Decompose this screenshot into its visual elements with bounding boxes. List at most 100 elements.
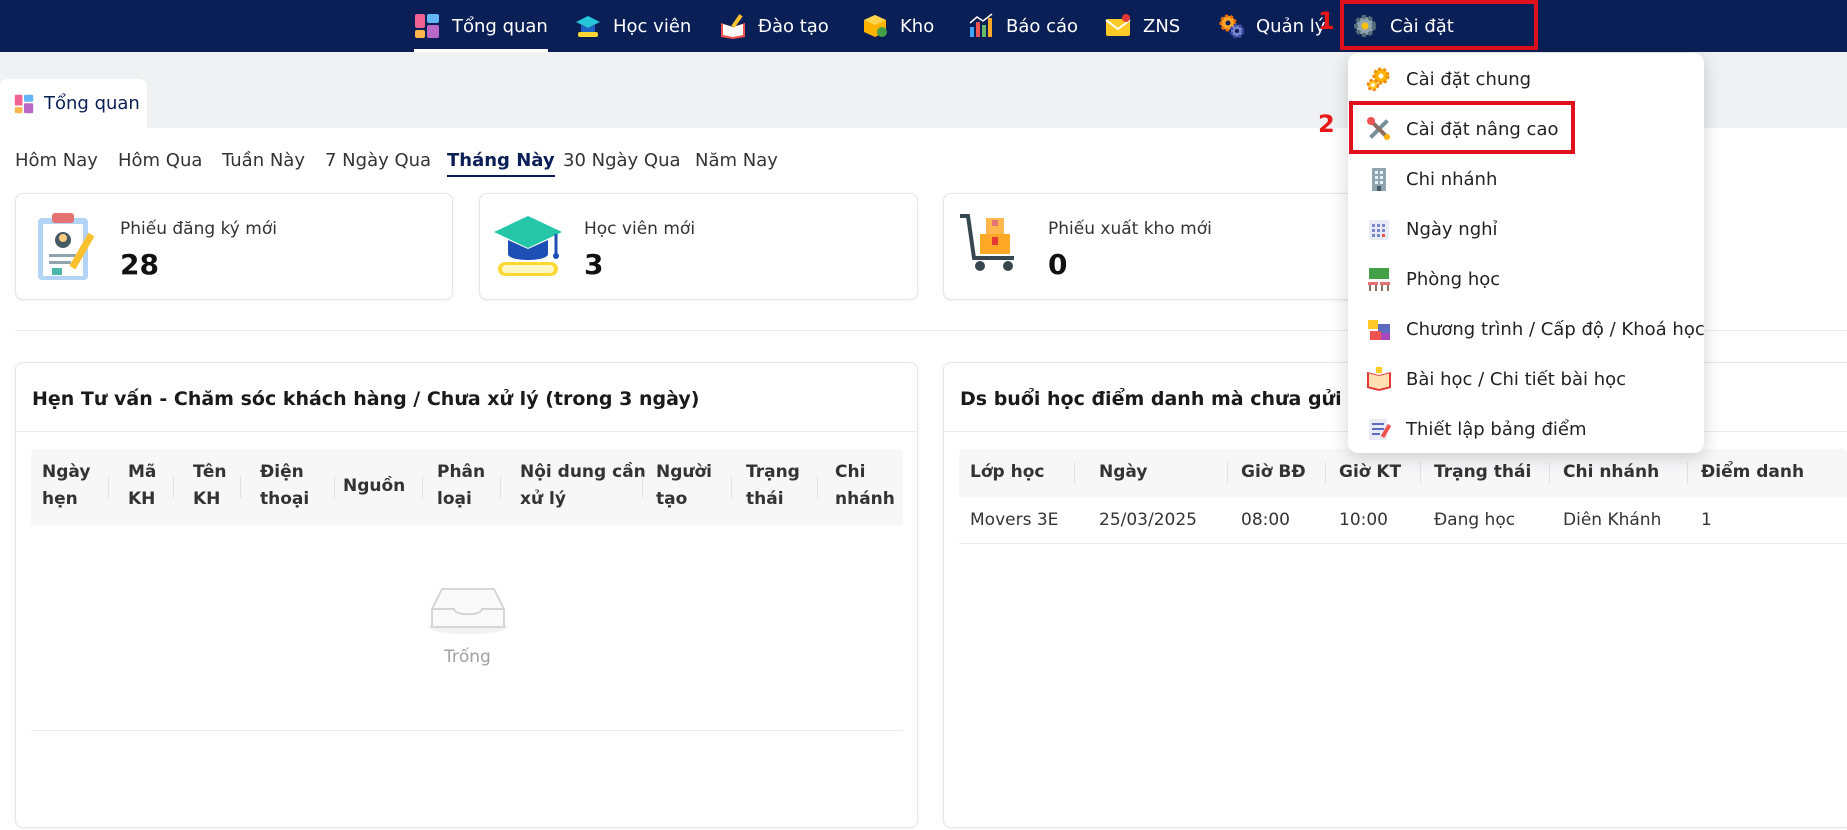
column-separator: [1074, 462, 1075, 484]
filter-this-year[interactable]: Năm Nay: [695, 150, 778, 175]
menu-item-lessons[interactable]: Bài học / Chi tiết bài học: [1348, 355, 1704, 403]
nav-item-warehouse[interactable]: Kho: [862, 0, 934, 52]
column-header-branch: Chi nhánh: [835, 462, 895, 509]
bar-chart-icon: [968, 13, 994, 39]
gears-icon: [1218, 13, 1245, 39]
table-header: Ngày hẹn Mã KH Tên KH Điện thoại Nguồn Phân l…: [31, 449, 903, 525]
empty-inbox-icon: [426, 581, 510, 639]
step-number-2: 2: [1318, 110, 1335, 138]
cell-date: 25/03/2025: [1099, 510, 1197, 530]
stat-label: Phiếu đăng ký mới: [120, 219, 277, 239]
menu-item-label: Chi nhánh: [1406, 168, 1498, 190]
row-line: [959, 543, 1847, 544]
column-separator: [1549, 462, 1550, 484]
column-header-end-time: Giờ KT: [1339, 462, 1402, 482]
gears-icon: [1366, 66, 1392, 92]
column-header-status: Trạng thái: [746, 462, 800, 509]
nav-item-label: Quản lý: [1256, 15, 1326, 37]
book-pen-icon: [720, 13, 746, 39]
cell-class: Movers 3E: [970, 510, 1059, 530]
stat-card-new-students: Học viên mới 3: [479, 193, 918, 300]
classroom-icon: [1366, 266, 1392, 292]
menu-item-label: Bài học / Chi tiết bài học: [1406, 368, 1627, 390]
stat-label: Phiếu xuất kho mới: [1048, 219, 1212, 239]
column-header-content: Nội dung cần xử lý: [520, 462, 646, 509]
column-separator: [422, 476, 423, 498]
filter-last-7-days[interactable]: 7 Ngày Qua: [325, 150, 431, 175]
tab-label: Tổng quan: [44, 93, 140, 114]
stat-card-registrations: Phiếu đăng ký mới 28: [15, 193, 453, 300]
tab-overview[interactable]: Tổng quan: [0, 79, 147, 128]
menu-item-holidays[interactable]: Ngày nghỉ: [1348, 205, 1704, 253]
column-header-source: Nguồn: [343, 476, 406, 496]
calendar-icon: [1366, 216, 1392, 242]
nav-item-label: Đào tạo: [758, 15, 829, 37]
menu-item-classrooms[interactable]: Phòng học: [1348, 255, 1704, 303]
panel-divider: [16, 431, 917, 432]
cell-status: Đang học: [1434, 510, 1516, 530]
settings-highlight-box: [1340, 0, 1538, 50]
column-header-customer-code: Mã KH: [128, 462, 157, 509]
menu-item-branches[interactable]: Chi nhánh: [1348, 155, 1704, 203]
column-separator: [1420, 462, 1421, 484]
nav-item-label: Tổng quan: [452, 15, 548, 37]
graduation-cap-icon: [575, 13, 601, 39]
nav-item-label: ZNS: [1143, 15, 1181, 37]
column-header-status: Trạng thái: [1434, 462, 1532, 482]
step-number-1: 1: [1318, 7, 1335, 35]
column-separator: [334, 476, 335, 498]
consultation-appointments-panel: Hẹn Tư vấn - Chăm sóc khách hàng / Chưa …: [15, 362, 918, 828]
graduation-cap-icon: [492, 210, 568, 286]
filter-last-30-days[interactable]: 30 Ngày Qua: [563, 150, 681, 175]
column-separator: [240, 476, 241, 498]
table-bottom-line: [31, 730, 903, 731]
stat-label: Học viên mới: [584, 219, 696, 239]
column-header-date: Ngày: [1099, 462, 1148, 482]
filter-this-month[interactable]: Tháng Này: [447, 150, 555, 177]
nav-item-reports[interactable]: Báo cáo: [968, 0, 1078, 52]
menu-item-label: Ngày nghỉ: [1406, 218, 1498, 240]
column-header-appointment-date: Ngày hẹn: [42, 462, 91, 509]
top-navigation-bar: Tổng quan Học viên Đào tạo Kho Báo cáo Z…: [0, 0, 1847, 52]
menu-item-label: Phòng học: [1406, 268, 1501, 290]
scoreboard-icon: [1366, 416, 1392, 442]
panel-title: Hẹn Tư vấn - Chăm sóc khách hàng / Chưa …: [32, 388, 700, 410]
mail-icon: [1105, 13, 1131, 39]
dashboard-icon: [414, 13, 440, 39]
table-header: Lớp học Ngày Giờ BĐ Giờ KT Trạng thái Ch…: [959, 449, 1847, 497]
nav-item-training[interactable]: Đào tạo: [720, 0, 829, 52]
empty-state-text: Trống: [444, 647, 491, 667]
filter-yesterday[interactable]: Hôm Qua: [118, 150, 202, 175]
menu-item-gradebook-setup[interactable]: Thiết lập bảng điểm: [1348, 405, 1704, 453]
column-separator: [642, 476, 643, 498]
box-icon: [862, 13, 888, 39]
menu-item-general-settings[interactable]: Cài đặt chung: [1348, 55, 1704, 103]
filter-this-week[interactable]: Tuần Này: [222, 150, 305, 175]
stat-card-stock-exports: Phiếu xuất kho mới 0: [943, 193, 1383, 300]
column-header-branch: Chi nhánh: [1563, 462, 1660, 482]
filter-today[interactable]: Hôm Nay: [15, 150, 98, 175]
column-separator: [1325, 462, 1326, 484]
stat-value: 3: [584, 248, 604, 281]
nav-item-overview[interactable]: Tổng quan: [414, 0, 548, 52]
nav-item-label: Báo cáo: [1006, 15, 1079, 37]
menu-item-programs-levels-courses[interactable]: Chương trình / Cấp độ / Khoá học: [1348, 305, 1705, 353]
nav-item-label: Học viên: [613, 15, 692, 37]
nav-item-management[interactable]: Quản lý: [1218, 0, 1325, 52]
column-header-class: Lớp học: [970, 462, 1045, 482]
column-header-customer-name: Tên KH: [193, 462, 227, 509]
cell-end-time: 10:00: [1339, 510, 1388, 530]
column-separator: [1227, 462, 1228, 484]
column-header-start-time: Giờ BĐ: [1241, 462, 1306, 482]
cart-boxes-icon: [958, 210, 1034, 286]
cell-branch: Diên Khánh: [1563, 510, 1662, 530]
nav-item-zns[interactable]: ZNS: [1105, 0, 1180, 52]
lesson-book-icon: [1366, 366, 1392, 392]
clipboard-icon: [34, 210, 110, 286]
menu-item-label: Cài đặt chung: [1406, 68, 1532, 90]
column-separator: [1687, 462, 1688, 484]
cell-start-time: 08:00: [1241, 510, 1290, 530]
nav-item-students[interactable]: Học viên: [575, 0, 691, 52]
column-separator: [731, 476, 732, 498]
menu-item-label: Chương trình / Cấp độ / Khoá học: [1406, 318, 1705, 340]
